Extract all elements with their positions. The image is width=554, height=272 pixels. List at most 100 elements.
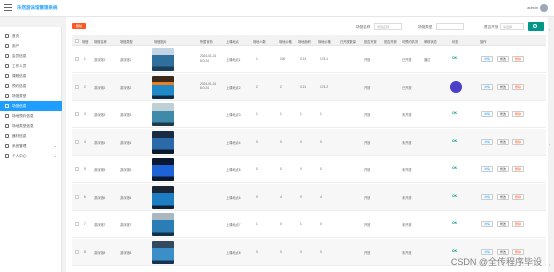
delete-button[interactable]: 删除 xyxy=(512,248,525,255)
sidebar-item[interactable]: 个人中心 ⌄ xyxy=(0,151,62,161)
row-checkbox[interactable] xyxy=(75,249,79,254)
sidebar-item[interactable]: 系统管理 ⌄ xyxy=(0,141,62,151)
grid-icon xyxy=(5,104,9,108)
filter-input-type[interactable] xyxy=(436,23,464,30)
avatar[interactable] xyxy=(540,4,548,12)
table-row[interactable]: 4 游泳馆4 游泳馆4 上课地点4 0 0 0 0 开放 未开放 OK 详情 修改 删除 xyxy=(72,128,546,156)
view-button[interactable]: 详情 xyxy=(481,138,494,145)
row-checkbox[interactable] xyxy=(75,222,79,226)
admin-username[interactable]: admin xyxy=(527,5,538,10)
table-row[interactable]: 1 游泳馆1 游泳馆1 2024-01-01 8:0:24 上课地点1 1 100 0.21 1… xyxy=(72,46,546,73)
row-checkbox[interactable] xyxy=(75,112,79,116)
sidebar-item[interactable]: 场地预约信息 xyxy=(0,111,62,121)
delete-all-button[interactable]: 删除 xyxy=(72,23,86,29)
row-checkbox[interactable] xyxy=(75,167,79,171)
sidebar-item[interactable]: 会员信息 xyxy=(0,51,62,61)
sidebar-item-label: 系统管理 xyxy=(12,143,27,148)
view-button[interactable]: 详情 xyxy=(481,83,494,90)
row-checkbox[interactable] xyxy=(75,84,79,89)
cell-place: 上课地点3 xyxy=(226,113,241,117)
column-header[interactable]: 场馆类型 xyxy=(120,39,133,44)
column-header[interactable]: 场地价格 xyxy=(279,39,292,44)
chevron-right-icon[interactable]: › xyxy=(549,262,550,267)
column-header[interactable]: 是否开放 xyxy=(384,39,397,44)
search-button[interactable] xyxy=(528,22,544,31)
cell-avail: 已开放 xyxy=(402,85,412,90)
edit-button[interactable]: 修改 xyxy=(497,56,510,62)
main-content: 删除 场馆名称 场馆名称 场馆类型 是否开放 请选择 场馆 场馆名称 场馆类型 场馆图… xyxy=(66,17,548,272)
column-header[interactable]: 上课地点 xyxy=(226,39,239,44)
view-button[interactable]: 详情 xyxy=(481,111,494,117)
column-header[interactable]: 审核状态 xyxy=(424,39,437,44)
table-header: 场馆 场馆名称 场馆类型 场馆图片 所属省份 上课地点 场地人数 场地价格 场地面积 场地价格 已开… xyxy=(72,35,546,46)
cell-n1: 2 xyxy=(256,84,258,89)
sidebar-item[interactable]: 器材信息 xyxy=(0,131,62,141)
top-bar: 乐然游泳馆管理系统 admin xyxy=(0,0,554,17)
row-checkbox[interactable] xyxy=(75,194,79,199)
status-badge: OK xyxy=(452,166,458,170)
sidebar-item[interactable]: 用户 xyxy=(0,41,62,51)
cell-n3: 0 xyxy=(300,167,302,171)
sidebar-item-label: 用户 xyxy=(12,43,20,48)
view-button[interactable]: 详情 xyxy=(481,248,494,255)
column-header[interactable]: 场地人数 xyxy=(253,39,266,44)
watermark: CSDN @全传程序毕设 xyxy=(450,257,542,267)
column-header[interactable]: 所属省份 xyxy=(200,39,213,44)
sidebar-item[interactable]: 场地类型信息 xyxy=(0,121,62,131)
menu-toggle-icon[interactable] xyxy=(4,4,12,12)
column-header[interactable]: 状态 xyxy=(452,39,458,44)
chevron-left-icon[interactable]: ‹ xyxy=(549,142,550,147)
column-header[interactable]: 已开放数量 xyxy=(340,39,356,44)
edit-button[interactable]: 修改 xyxy=(497,248,510,255)
column-header[interactable]: 是否开放 xyxy=(364,39,377,44)
column-header[interactable]: 场馆图片 xyxy=(154,39,167,44)
cell-place: 上课地点1 xyxy=(226,58,241,62)
edit-button[interactable]: 修改 xyxy=(497,138,510,145)
table-row[interactable]: 2 游泳馆2 游泳馆2 2024-01-01 8:0:24 上课地点2 2 2 0.21 174… xyxy=(72,73,546,101)
delete-button[interactable]: 删除 xyxy=(512,193,525,200)
table-row[interactable]: 5 游泳馆5 游泳馆5 上课地点5 0 0 0 0 开放 未开放 OK 详情 修改 删除 xyxy=(72,156,546,183)
column-header[interactable]: 可预约情况 xyxy=(402,39,418,44)
sidebar: 首页用户会员信息 工作人员 课程信息 预约信息 场馆类型 场馆信息 场地预约信息 场地类型信息… xyxy=(0,27,62,272)
edit-button[interactable]: 修改 xyxy=(497,111,510,117)
table-row[interactable]: 3 游泳馆3 游泳馆3 上课地点3 1 1 1 1 开放 未开放 OK 详情 修改 删除 xyxy=(72,101,546,128)
view-button[interactable]: 详情 xyxy=(481,221,494,227)
right-scroll-rail[interactable]: › ‹ › xyxy=(548,17,554,272)
sidebar-item[interactable]: 工作人员 xyxy=(0,61,62,71)
sidebar-item[interactable]: 场馆类型 xyxy=(0,91,62,101)
cell-n1: 1 xyxy=(256,112,258,116)
edit-button[interactable]: 修改 xyxy=(497,83,510,90)
select-all-checkbox[interactable] xyxy=(75,38,79,43)
sidebar-item[interactable]: 场馆信息 xyxy=(0,101,62,111)
column-header[interactable]: 场馆名称 xyxy=(94,39,107,44)
delete-button[interactable]: 删除 xyxy=(512,138,525,145)
delete-button[interactable]: 删除 xyxy=(512,83,525,90)
column-header[interactable]: 操作 xyxy=(480,39,486,44)
chevron-right-icon[interactable]: › xyxy=(549,27,550,32)
table-row[interactable]: 6 游泳馆6 游泳馆6 上课地点6 0 4 0 4 开放 未开放 OK 详情 修改 删除 xyxy=(72,183,546,211)
table-row[interactable]: 7 游泳馆7 游泳馆7 上课地点7 1 0 1 0 开放 未开放 OK 详情 修改 删除 xyxy=(72,211,546,238)
filter-input-name[interactable]: 场馆名称 xyxy=(374,23,402,30)
delete-button[interactable]: 删除 xyxy=(512,111,525,117)
edit-button[interactable]: 修改 xyxy=(497,193,510,200)
status-badge: OK xyxy=(452,193,458,198)
column-header[interactable]: 场馆 xyxy=(82,39,88,44)
edit-button[interactable]: 修改 xyxy=(497,166,510,172)
cell-n2: 0 xyxy=(280,249,282,254)
row-checkbox[interactable] xyxy=(75,139,79,144)
view-button[interactable]: 详情 xyxy=(481,56,494,62)
column-header[interactable]: 场地面积 xyxy=(298,39,311,44)
filter-select-open[interactable]: 请选择 xyxy=(500,23,524,30)
row-checkbox[interactable] xyxy=(75,57,79,61)
column-header[interactable]: 场地价格 xyxy=(318,39,331,44)
sidebar-item[interactable]: 预约信息 xyxy=(0,81,62,91)
delete-button[interactable]: 删除 xyxy=(512,56,525,62)
sidebar-item[interactable]: 首页 xyxy=(0,31,62,41)
grid-icon xyxy=(5,134,9,138)
view-button[interactable]: 详情 xyxy=(481,193,494,200)
sidebar-item[interactable]: 课程信息 xyxy=(0,71,62,81)
edit-button[interactable]: 修改 xyxy=(497,221,510,227)
delete-button[interactable]: 删除 xyxy=(512,166,525,172)
view-button[interactable]: 详情 xyxy=(481,166,494,172)
delete-button[interactable]: 删除 xyxy=(512,221,525,227)
